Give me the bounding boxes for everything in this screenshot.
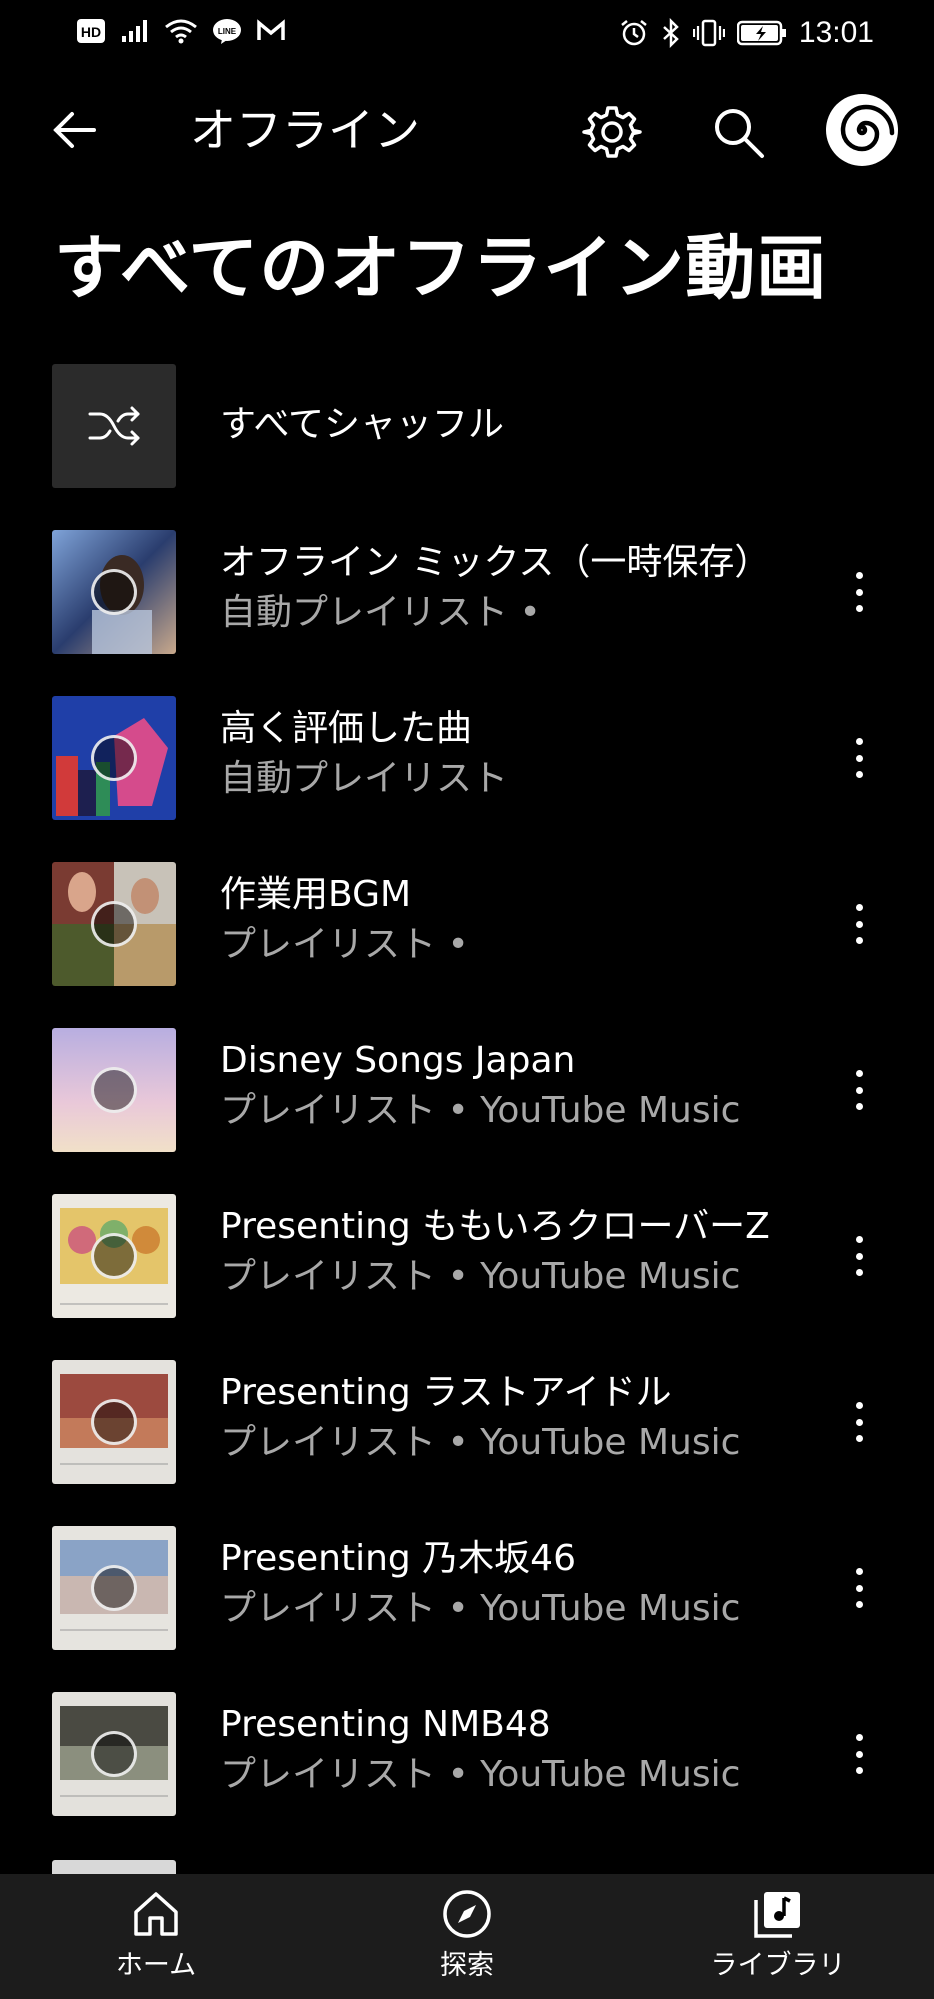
playlist-thumbnail xyxy=(52,862,176,986)
offline-list: すべてシャッフル オフライン ミックス（一時保存） 自動プレイリスト • 高く評… xyxy=(0,364,934,1858)
gear-icon[interactable] xyxy=(582,102,642,162)
playlist-thumbnail xyxy=(52,1526,176,1650)
shuffle-thumb xyxy=(52,364,176,488)
nav-explore[interactable]: 探索 xyxy=(367,1888,567,1986)
playlist-title: 高く評価した曲 xyxy=(220,708,473,749)
home-icon xyxy=(134,1892,178,1936)
playlist-row[interactable]: Disney Songs Japan プレイリスト • YouTube Musi… xyxy=(0,1028,934,1194)
downloaded-icon xyxy=(91,901,137,947)
next-item-peek xyxy=(52,1860,176,1874)
playlist-title: Presenting ラストアイドル xyxy=(220,1372,672,1413)
playlist-row[interactable]: オフライン ミックス（一時保存） 自動プレイリスト • xyxy=(0,530,934,696)
shuffle-all-row[interactable]: すべてシャッフル xyxy=(0,364,934,530)
more-options-icon[interactable] xyxy=(844,1070,874,1110)
nav-label: ホーム xyxy=(115,1950,197,1981)
downloaded-icon xyxy=(91,1399,137,1445)
playlist-thumbnail xyxy=(52,696,176,820)
playlist-subtitle: プレイリスト • YouTube Music xyxy=(220,1754,741,1795)
explore-icon xyxy=(443,1890,491,1938)
playlist-thumbnail xyxy=(52,1028,176,1152)
more-options-icon[interactable] xyxy=(844,1734,874,1774)
nav-home[interactable]: ホーム xyxy=(56,1888,256,1986)
status-bar: HD LINE 13:01 xyxy=(0,0,934,70)
page-title: すべてのオフライン動画 xyxy=(54,227,828,309)
playlist-row[interactable]: Presenting ラストアイドル プレイリスト • YouTube Musi… xyxy=(0,1360,934,1526)
playlist-thumbnail xyxy=(52,1194,176,1318)
playlist-subtitle: プレイリスト • YouTube Music xyxy=(220,1588,741,1629)
nav-library[interactable]: ライブラリ xyxy=(678,1888,878,1986)
more-options-icon[interactable] xyxy=(844,904,874,944)
search-icon[interactable] xyxy=(708,102,768,162)
alarm-icon xyxy=(621,20,647,46)
playlist-title: Presenting ももいろクローバーZ xyxy=(220,1206,770,1247)
playlist-title: Presenting 乃木坂46 xyxy=(220,1538,576,1579)
battery-icon xyxy=(736,20,786,46)
playlist-subtitle: 自動プレイリスト • xyxy=(220,592,541,633)
bottom-navigation: ホーム 探索 ライブラリ xyxy=(0,1874,934,1999)
downloaded-icon xyxy=(91,569,137,615)
playlist-thumbnail xyxy=(52,530,176,654)
status-right-icons: 13:01 xyxy=(619,16,874,50)
playlist-row[interactable]: Presenting ももいろクローバーZ プレイリスト • YouTube M… xyxy=(0,1194,934,1360)
playlist-subtitle: プレイリスト • xyxy=(220,924,469,965)
svg-text:LINE: LINE xyxy=(218,27,237,36)
status-left-icons: HD LINE xyxy=(76,18,286,44)
downloaded-icon xyxy=(91,1067,137,1113)
vibrate-icon xyxy=(692,19,725,47)
more-options-icon[interactable] xyxy=(844,1568,874,1608)
playlist-thumbnail xyxy=(52,1360,176,1484)
playlist-row[interactable]: 高く評価した曲 自動プレイリスト xyxy=(0,696,934,862)
avatar[interactable] xyxy=(826,94,898,166)
downloaded-icon xyxy=(91,1233,137,1279)
status-time: 13:01 xyxy=(798,16,874,49)
nav-label: 探索 xyxy=(440,1950,494,1981)
playlist-row[interactable]: 作業用BGM プレイリスト • xyxy=(0,862,934,1028)
downloaded-icon xyxy=(91,735,137,781)
playlist-title: 作業用BGM xyxy=(220,874,412,915)
bluetooth-icon xyxy=(663,18,679,48)
back-arrow-icon[interactable] xyxy=(46,102,102,158)
playlist-thumbnail xyxy=(52,1692,176,1816)
more-options-icon[interactable] xyxy=(844,1236,874,1276)
gmail-icon xyxy=(257,19,285,40)
hd-icon: HD xyxy=(77,19,105,43)
more-options-icon[interactable] xyxy=(844,1402,874,1442)
wifi-icon xyxy=(165,19,197,44)
more-options-icon[interactable] xyxy=(844,738,874,778)
shuffle-label: すべてシャッフル xyxy=(220,404,505,445)
downloaded-icon xyxy=(91,1565,137,1611)
header-title: オフライン xyxy=(190,103,420,157)
playlist-subtitle: プレイリスト • YouTube Music xyxy=(220,1256,741,1297)
spiral-avatar-icon xyxy=(840,104,895,152)
playlist-title: Presenting NMB48 xyxy=(220,1704,551,1745)
playlist-subtitle: プレイリスト • YouTube Music xyxy=(220,1422,741,1463)
svg-text:HD: HD xyxy=(81,24,101,40)
signal-icon xyxy=(122,20,147,42)
playlist-subtitle: プレイリスト • YouTube Music xyxy=(220,1090,741,1131)
top-app-bar: オフライン xyxy=(0,80,934,184)
nav-label: ライブラリ xyxy=(710,1950,846,1981)
playlist-row[interactable]: Presenting NMB48 プレイリスト • YouTube Music xyxy=(0,1692,934,1858)
playlist-row[interactable]: Presenting 乃木坂46 プレイリスト • YouTube Music xyxy=(0,1526,934,1692)
shuffle-icon xyxy=(88,406,140,446)
more-options-icon[interactable] xyxy=(844,572,874,612)
downloaded-icon xyxy=(91,1731,137,1777)
line-icon: LINE xyxy=(213,19,241,44)
playlist-title: Disney Songs Japan xyxy=(220,1040,576,1081)
library-icon xyxy=(754,1892,800,1938)
playlist-subtitle: 自動プレイリスト xyxy=(220,758,509,799)
playlist-title: オフライン ミックス（一時保存） xyxy=(220,542,771,583)
